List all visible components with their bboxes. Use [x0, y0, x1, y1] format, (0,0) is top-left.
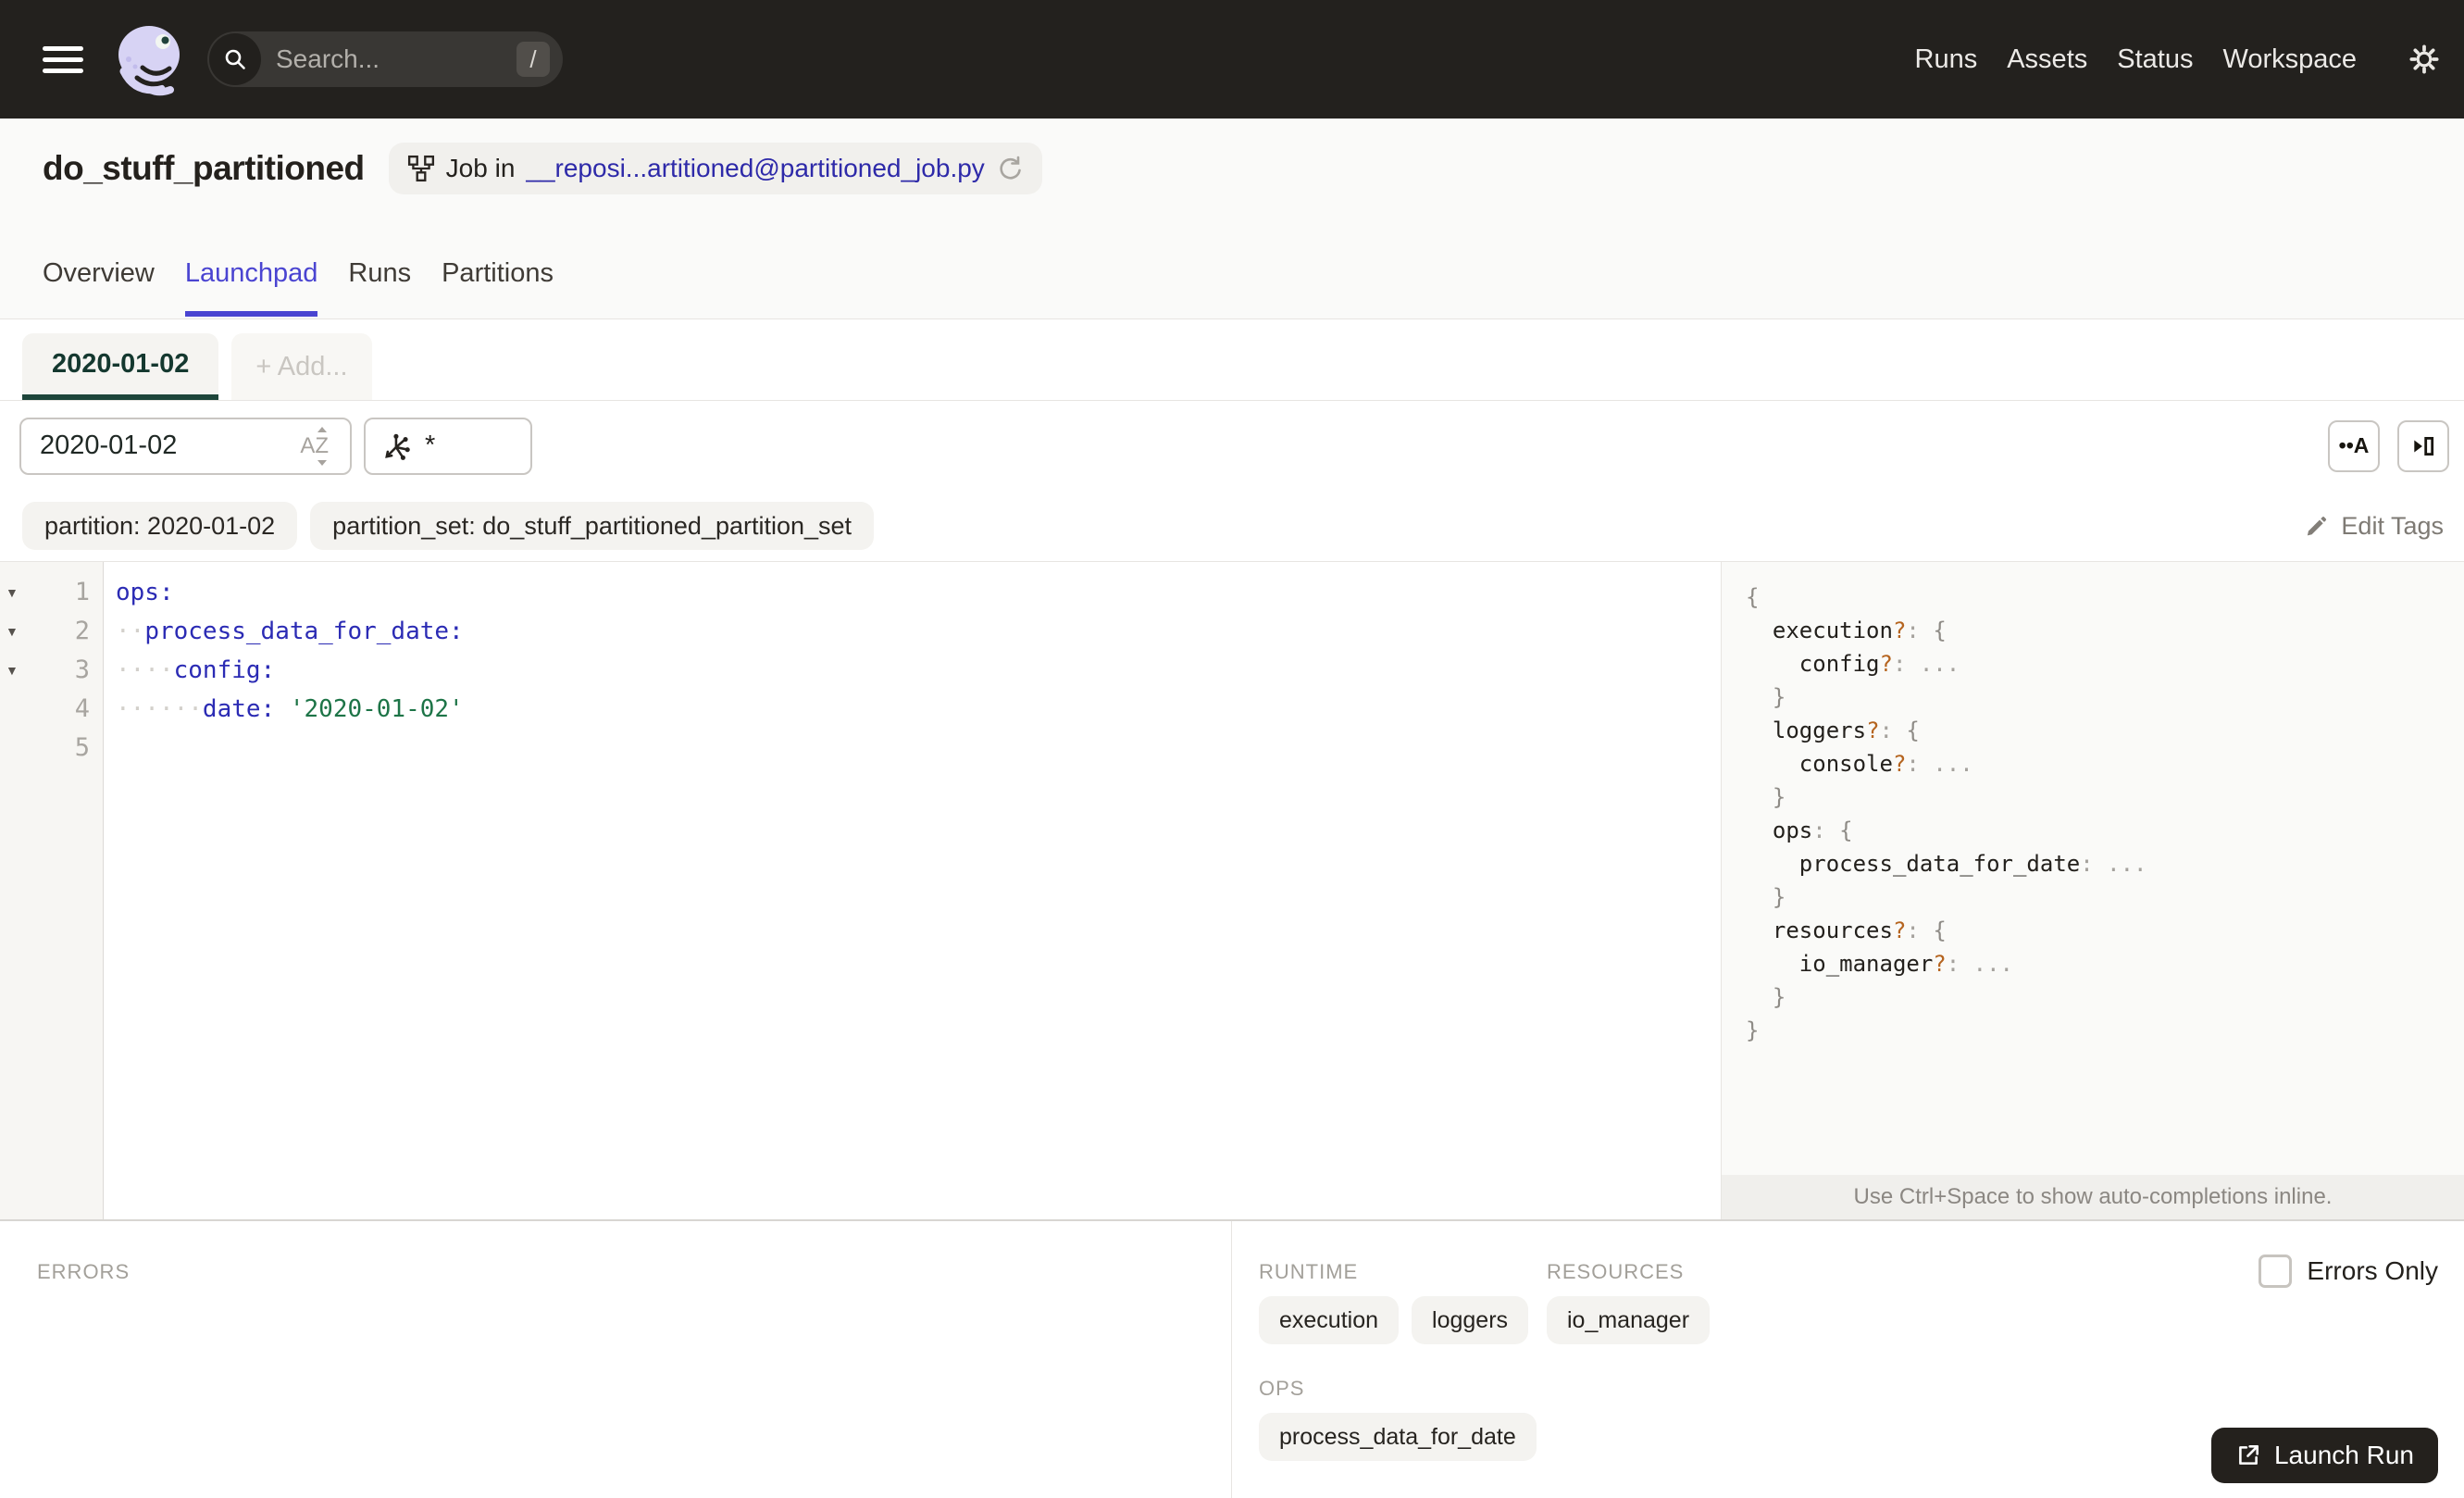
errors-only-checkbox[interactable]: Errors Only: [2259, 1255, 2438, 1288]
schema-line: }: [1772, 984, 1786, 1010]
schema-line: console?: ...: [1798, 751, 1973, 777]
op-selector-value: *: [425, 431, 436, 460]
config-tab-partition[interactable]: 2020-01-02: [22, 333, 219, 400]
errors-only-label: Errors Only: [2307, 1256, 2438, 1285]
errors-section-label: ERRORS: [37, 1260, 131, 1283]
runtime-section-label: RUNTIME: [1259, 1260, 1359, 1283]
code-line[interactable]: [116, 729, 1720, 768]
schema-line: io_manager?: ...: [1798, 951, 2014, 977]
launchpad-toolbar: 2020-01-02 AZ * ••A: [0, 401, 2464, 491]
tab-partitions[interactable]: Partitions: [442, 258, 554, 317]
schema-line: ops: {: [1772, 818, 1853, 843]
nav-link-workspace[interactable]: Workspace: [2222, 44, 2357, 75]
line-number: 2: [74, 617, 90, 645]
schema-line: }: [1772, 784, 1786, 810]
page-title: do_stuff_partitioned: [43, 149, 365, 187]
errors-panel: ERRORS: [0, 1221, 1232, 1498]
nav-link-assets[interactable]: Assets: [2007, 44, 2087, 75]
code-line[interactable]: ······date: '2020-01-02': [116, 690, 1720, 729]
dagster-logo[interactable]: [111, 21, 187, 97]
gutter-row: 4: [0, 690, 103, 729]
resources-section-label: RESOURCES: [1547, 1260, 1685, 1283]
schema-line: loggers?: {: [1772, 718, 1920, 743]
line-number: 5: [74, 733, 90, 762]
tab-runs[interactable]: Runs: [348, 258, 411, 317]
gutter-row: ▼ 1: [0, 573, 103, 612]
runtime-pill: execution: [1259, 1296, 1400, 1344]
config-schema-panel: { execution?: { config?: ... } loggers?:…: [1721, 562, 2464, 1219]
runtime-pill: loggers: [1412, 1296, 1529, 1344]
schema-line: config?: ...: [1798, 651, 1960, 677]
autocomplete-hint: Use Ctrl+Space to show auto-completions …: [1722, 1175, 2464, 1219]
launch-run-button[interactable]: Launch Run: [2210, 1428, 2438, 1483]
schema-line: }: [1772, 884, 1786, 910]
edit-tags-button[interactable]: Edit Tags: [2298, 511, 2449, 542]
editor-gutter: ▼ 1 ▼ 2 ▼ 3 4 5: [0, 562, 104, 1219]
op-pill: process_data_for_date: [1259, 1413, 1537, 1461]
ops-section-label: OPS: [1259, 1377, 1305, 1400]
gutter-row: ▼ 3: [0, 651, 103, 690]
job-location-badge: Job in __reposi...artitioned@partitioned…: [388, 143, 1042, 194]
code-line[interactable]: ··process_data_for_date:: [116, 612, 1720, 651]
expand-panel-icon: [2414, 436, 2434, 456]
schema-line: execution?: {: [1772, 618, 1947, 643]
job-location-link[interactable]: __reposi...artitioned@partitioned_job.py: [526, 154, 984, 183]
op-graph-icon: [385, 433, 410, 460]
launch-run-label: Launch Run: [2273, 1441, 2414, 1469]
editor-code[interactable]: ops: ··process_data_for_date: ····config: ·…: [105, 562, 1720, 1219]
toggle-whitespace-button[interactable]: ••A: [2328, 419, 2380, 472]
config-tabs-row: 2020-01-02 + Add...: [0, 319, 2464, 401]
partition-select[interactable]: 2020-01-02 AZ: [19, 417, 352, 475]
reload-icon[interactable]: [996, 155, 1024, 182]
tags-row: partition: 2020-01-02 partition_set: do_s…: [0, 491, 2464, 562]
tab-launchpad[interactable]: Launchpad: [184, 258, 318, 317]
menu-icon[interactable]: [43, 40, 83, 80]
code-line[interactable]: ops:: [116, 573, 1720, 612]
gutter-row: ▼ 2: [0, 612, 103, 651]
expand-panel-button[interactable]: [2397, 419, 2449, 472]
nav-link-status[interactable]: Status: [2117, 44, 2193, 75]
settings-gear-icon[interactable]: [2405, 40, 2444, 79]
workspace-icon: [407, 155, 434, 182]
config-sections-panel: RUNTIME RESOURCES OPS execution loggers i…: [1233, 1221, 2464, 1498]
code-line[interactable]: ····config:: [116, 651, 1720, 690]
schema-line: }: [1746, 1017, 1760, 1043]
primary-nav: Runs Assets Status Workspace: [1915, 44, 2357, 75]
line-number: 3: [74, 655, 90, 684]
tab-overview[interactable]: Overview: [43, 258, 155, 317]
schema-line: process_data_for_date: ...: [1798, 851, 2147, 877]
schema-line: resources?: {: [1772, 918, 1947, 943]
gutter-row: 5: [0, 729, 103, 768]
job-badge-prefix: Job in: [445, 154, 516, 182]
edit-tags-label: Edit Tags: [2341, 511, 2444, 540]
search-icon: [209, 33, 261, 85]
fold-arrow-icon[interactable]: ▼: [6, 624, 19, 639]
search-input[interactable]: Search... /: [207, 31, 563, 87]
checkbox-box[interactable]: [2259, 1255, 2293, 1288]
fold-arrow-icon[interactable]: ▼: [6, 663, 19, 678]
job-header: do_stuff_partitioned Job in __reposi...a…: [0, 119, 2464, 319]
tag-pill: partition: 2020-01-02: [22, 502, 298, 550]
resource-pill: io_manager: [1547, 1296, 1711, 1344]
fold-arrow-icon[interactable]: ▼: [6, 585, 19, 600]
line-number: 1: [74, 578, 90, 606]
partition-select-value: 2020-01-02: [40, 431, 178, 460]
bottom-panel: ERRORS RUNTIME RESOURCES OPS execution lo…: [0, 1219, 2464, 1498]
tag-pill: partition_set: do_stuff_partitioned_part…: [310, 502, 875, 550]
op-selector-input[interactable]: *: [364, 417, 532, 475]
launch-icon: [2239, 1445, 2259, 1465]
schema-line: {: [1746, 584, 1760, 610]
nav-link-runs[interactable]: Runs: [1915, 44, 1978, 75]
schema-line: }: [1772, 684, 1786, 710]
add-config-tab-button[interactable]: + Add...: [231, 333, 372, 400]
line-number: 4: [74, 694, 90, 723]
config-editor: ▼ 1 ▼ 2 ▼ 3 4 5 ops: ··process_data_for_date: ···…: [0, 562, 2464, 1219]
search-placeholder: Search...: [276, 44, 380, 73]
sort-icon: AZ: [297, 426, 331, 466]
top-nav: Search... / Runs Assets Status Workspace: [0, 0, 2464, 119]
job-tabs: Overview Launchpad Runs Partitions: [43, 258, 554, 317]
pencil-icon: [2308, 517, 2327, 536]
search-shortcut-badge: /: [516, 42, 550, 77]
